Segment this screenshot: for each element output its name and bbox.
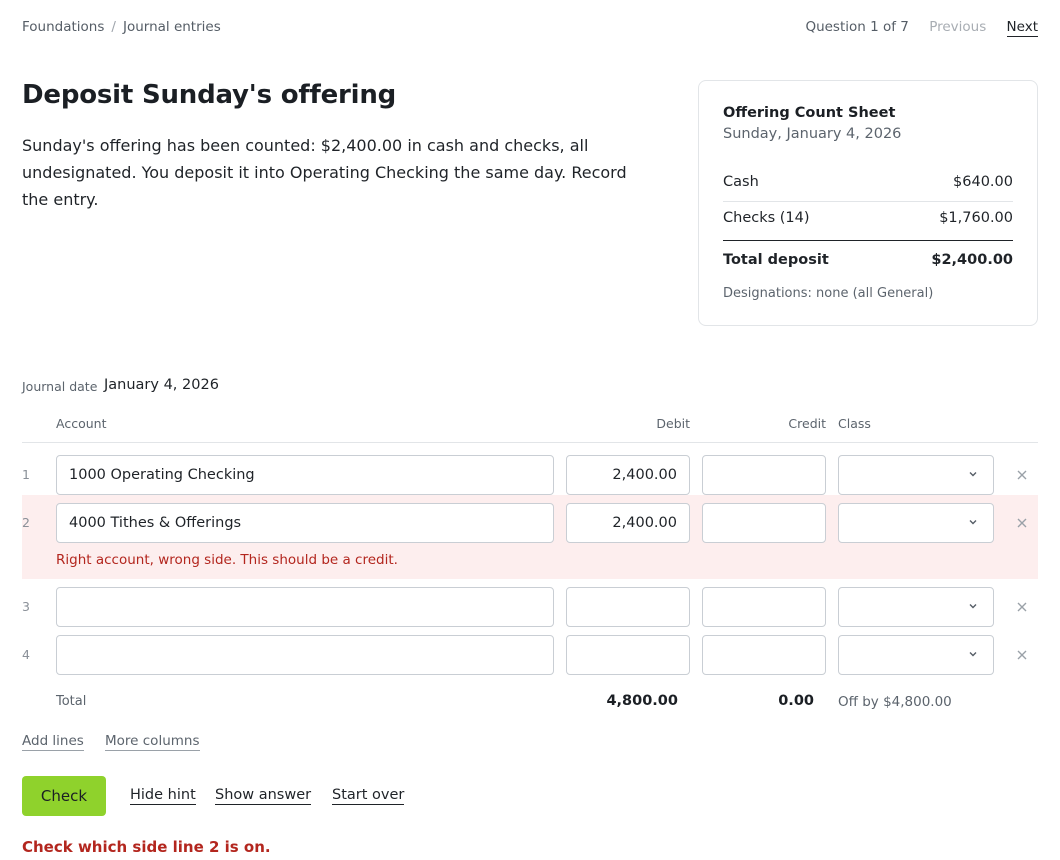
total-debit: 4,800.00: [606, 693, 678, 709]
account-field[interactable]: 1000 Operating Checking: [56, 455, 554, 495]
offering-count-sheet: Offering Count Sheet Sunday, January 4, …: [698, 80, 1038, 326]
breadcrumb-separator: /: [111, 19, 116, 35]
more-columns-link[interactable]: More columns: [105, 733, 200, 751]
count-sheet-total-divider: [723, 240, 1013, 241]
count-sheet-row-cash: Cash $640.00: [723, 174, 1013, 190]
close-icon[interactable]: [1015, 600, 1029, 614]
add-lines-link[interactable]: Add lines: [22, 733, 84, 751]
close-icon[interactable]: [1015, 648, 1029, 662]
chevron-down-icon: [969, 652, 977, 657]
account-field[interactable]: 4000 Tithes & Offerings: [56, 503, 554, 543]
breadcrumb-item-journal-entries[interactable]: Journal entries: [123, 19, 221, 35]
column-header-class: Class: [838, 416, 871, 431]
credit-field[interactable]: [702, 587, 826, 627]
count-sheet-total-label: Total deposit: [723, 252, 829, 268]
count-sheet-total-amount: $2,400.00: [931, 252, 1013, 268]
chevron-down-icon: [969, 604, 977, 609]
count-sheet-date: Sunday, January 4, 2026: [723, 126, 902, 142]
column-header-credit: Credit: [788, 416, 826, 431]
class-select[interactable]: [838, 635, 994, 675]
close-icon[interactable]: [1015, 468, 1029, 482]
count-sheet-row-checks: Checks (14) $1,760.00: [723, 210, 1013, 226]
hint-message: Check which side line 2 is on.: [22, 838, 271, 856]
credit-field[interactable]: [702, 635, 826, 675]
count-sheet-row-amount: $1,760.00: [939, 210, 1013, 226]
start-over-link[interactable]: Start over: [332, 787, 405, 805]
line-number: 2: [22, 515, 30, 530]
journal-date-label: Journal date: [22, 379, 98, 394]
count-sheet-row-label: Cash: [723, 174, 759, 190]
debit-field[interactable]: [566, 587, 690, 627]
count-sheet-row-label: Checks (14): [723, 210, 810, 226]
close-icon[interactable]: [1015, 516, 1029, 530]
column-header-debit: Debit: [656, 416, 690, 431]
line-2-error-message: Right account, wrong side. This should b…: [56, 552, 398, 568]
previous-link[interactable]: Previous: [929, 19, 986, 35]
count-sheet-note: Designations: none (all General): [723, 286, 934, 301]
total-credit: 0.00: [778, 693, 814, 709]
table-header-divider: [22, 442, 1038, 443]
class-select[interactable]: [838, 455, 994, 495]
question-title: Deposit Sunday's offering: [22, 80, 397, 110]
next-link[interactable]: Next: [1006, 19, 1038, 37]
debit-field[interactable]: [566, 635, 690, 675]
breadcrumb: Foundations / Journal entries: [22, 19, 221, 35]
column-header-account: Account: [56, 416, 107, 431]
line-number: 4: [22, 647, 30, 662]
question-pager: Question 1 of 7 Previous Next: [789, 19, 1038, 37]
off-by-indicator: Off by $4,800.00: [838, 694, 952, 710]
account-field[interactable]: [56, 635, 554, 675]
credit-field[interactable]: [702, 455, 826, 495]
count-sheet-row-amount: $640.00: [953, 174, 1013, 190]
debit-field[interactable]: 2,400.00: [566, 455, 690, 495]
class-select[interactable]: [838, 587, 994, 627]
journal-date-value[interactable]: January 4, 2026: [104, 377, 219, 393]
account-field[interactable]: [56, 587, 554, 627]
credit-field[interactable]: [702, 503, 826, 543]
line-number: 3: [22, 599, 30, 614]
breadcrumb-item-foundations[interactable]: Foundations: [22, 19, 104, 35]
check-button[interactable]: Check: [22, 776, 106, 816]
count-sheet-divider: [723, 201, 1013, 202]
question-prompt: Sunday's offering has been counted: $2,4…: [22, 136, 627, 209]
total-label: Total: [56, 694, 87, 709]
class-select[interactable]: [838, 503, 994, 543]
debit-field[interactable]: 2,400.00: [566, 503, 690, 543]
chevron-down-icon: [969, 472, 977, 477]
count-sheet-title: Offering Count Sheet: [723, 105, 896, 121]
top-nav: Foundations / Journal entries Question 1 o…: [22, 19, 1038, 39]
count-sheet-total-row: Total deposit $2,400.00: [723, 252, 1013, 268]
chevron-down-icon: [969, 520, 977, 525]
line-number: 1: [22, 467, 30, 482]
show-answer-link[interactable]: Show answer: [215, 787, 312, 805]
question-counter: Question 1 of 7: [805, 19, 909, 35]
hide-hint-link[interactable]: Hide hint: [130, 787, 196, 805]
